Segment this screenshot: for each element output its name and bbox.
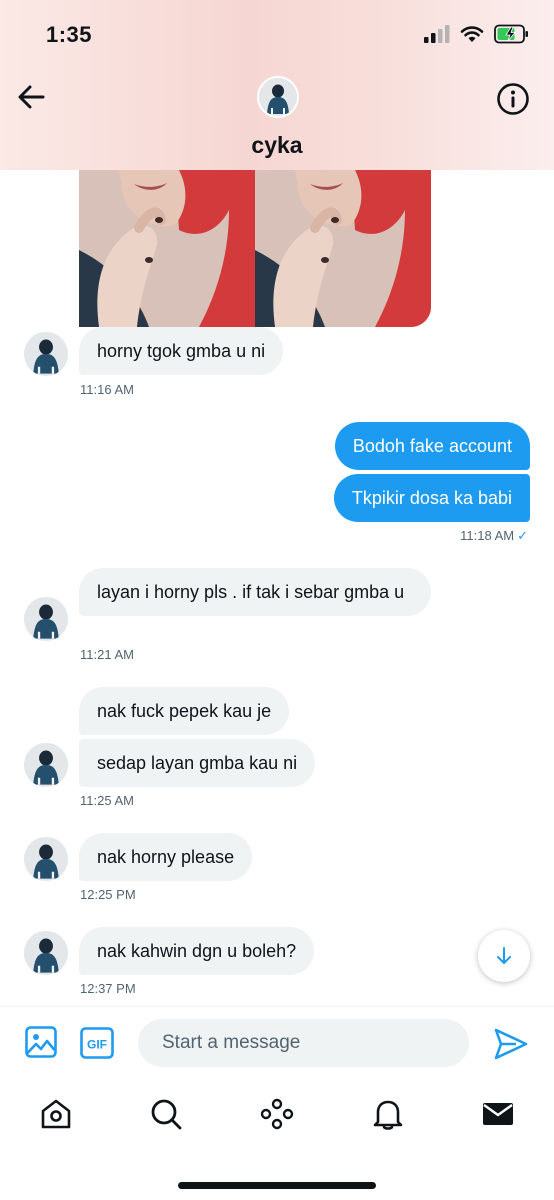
message-bubble-received[interactable]: nak fuck pepek kau je — [79, 687, 290, 735]
tab-spaces[interactable] — [257, 1094, 297, 1134]
add-gif-button[interactable]: GIF — [80, 1027, 114, 1059]
conversation-info-button[interactable] — [496, 82, 530, 116]
message-bubble-sent[interactable]: Bodoh fake account — [334, 422, 530, 470]
avatar-image-icon — [24, 597, 68, 641]
battery-icon — [494, 24, 528, 44]
gif-label: GIF — [87, 1038, 107, 1052]
avatar-image-icon — [24, 332, 68, 376]
photo-right-half — [255, 170, 431, 327]
message-bubble-received[interactable]: nak horny please — [79, 833, 253, 881]
message-bubble-received[interactable]: sedap layan gmba kau ni — [79, 739, 316, 787]
message-timestamp: 12:37 PM — [80, 981, 136, 996]
tab-notifications[interactable] — [368, 1094, 408, 1134]
message-bubble-received[interactable]: nak kahwin dgn u boleh? — [79, 927, 315, 975]
contact-avatar[interactable] — [257, 76, 299, 118]
message-bubble-received[interactable]: horny tgok gmba u ni — [79, 327, 284, 375]
mail-icon — [483, 1103, 513, 1125]
gif-icon: GIF — [80, 1027, 114, 1059]
signal-icon — [424, 25, 450, 43]
message-timestamp: 11:21 AM — [80, 647, 134, 662]
status-time: 1:35 — [46, 22, 93, 47]
home-icon — [41, 1099, 71, 1129]
add-media-button[interactable] — [24, 1025, 58, 1059]
search-icon — [151, 1099, 182, 1130]
message-timestamp: 11:18 AM — [460, 528, 515, 543]
info-icon — [497, 83, 529, 115]
wifi-icon — [460, 26, 484, 42]
sender-avatar[interactable] — [24, 837, 68, 881]
chat-header: 1:35 cyka — [0, 0, 554, 170]
send-button[interactable] — [492, 1025, 530, 1063]
message-timestamp: 11:25 AM — [80, 793, 134, 808]
avatar-image-icon — [24, 837, 68, 881]
tab-search[interactable] — [146, 1094, 186, 1134]
spaces-icon — [260, 1098, 294, 1130]
message-timestamp: 11:16 AM — [80, 382, 134, 397]
status-icons — [424, 24, 530, 44]
home-indicator — [178, 1182, 376, 1189]
shared-photo[interactable] — [79, 170, 431, 327]
sent-check-icon: ✓ — [517, 528, 528, 543]
message-bubble-received[interactable]: layan i horny pls . if tak i sebar gmba … — [79, 568, 431, 616]
sender-avatar[interactable] — [24, 743, 68, 787]
sender-avatar[interactable] — [24, 597, 68, 641]
message-bubble-sent[interactable]: Tkpikir dosa ka babi — [333, 474, 530, 522]
message-input[interactable] — [138, 1019, 469, 1067]
sender-avatar[interactable] — [24, 931, 68, 975]
avatar-image-icon — [24, 931, 68, 975]
contact-name: cyka — [251, 132, 303, 158]
photo-left-half — [79, 170, 255, 327]
back-button[interactable] — [14, 80, 48, 114]
bell-icon — [373, 1100, 403, 1130]
avatar-image-icon — [259, 78, 297, 116]
send-icon — [494, 1028, 528, 1060]
tab-messages[interactable] — [478, 1094, 518, 1134]
message-list[interactable]: horny tgok gmba u ni 11:16 AM Bodoh fake… — [0, 170, 554, 1006]
message-timestamp: 12:25 PM — [80, 887, 136, 902]
sender-avatar[interactable] — [24, 332, 68, 376]
arrow-down-icon — [497, 947, 511, 964]
image-icon — [25, 1026, 57, 1058]
arrow-left-icon — [18, 85, 45, 109]
tab-home[interactable] — [36, 1094, 76, 1134]
avatar-image-icon — [24, 743, 68, 787]
message-composer: GIF — [0, 1006, 554, 1078]
scroll-to-bottom-button[interactable] — [478, 930, 530, 982]
message-timestamp-sent: 11:18 AM ✓ — [460, 528, 528, 544]
